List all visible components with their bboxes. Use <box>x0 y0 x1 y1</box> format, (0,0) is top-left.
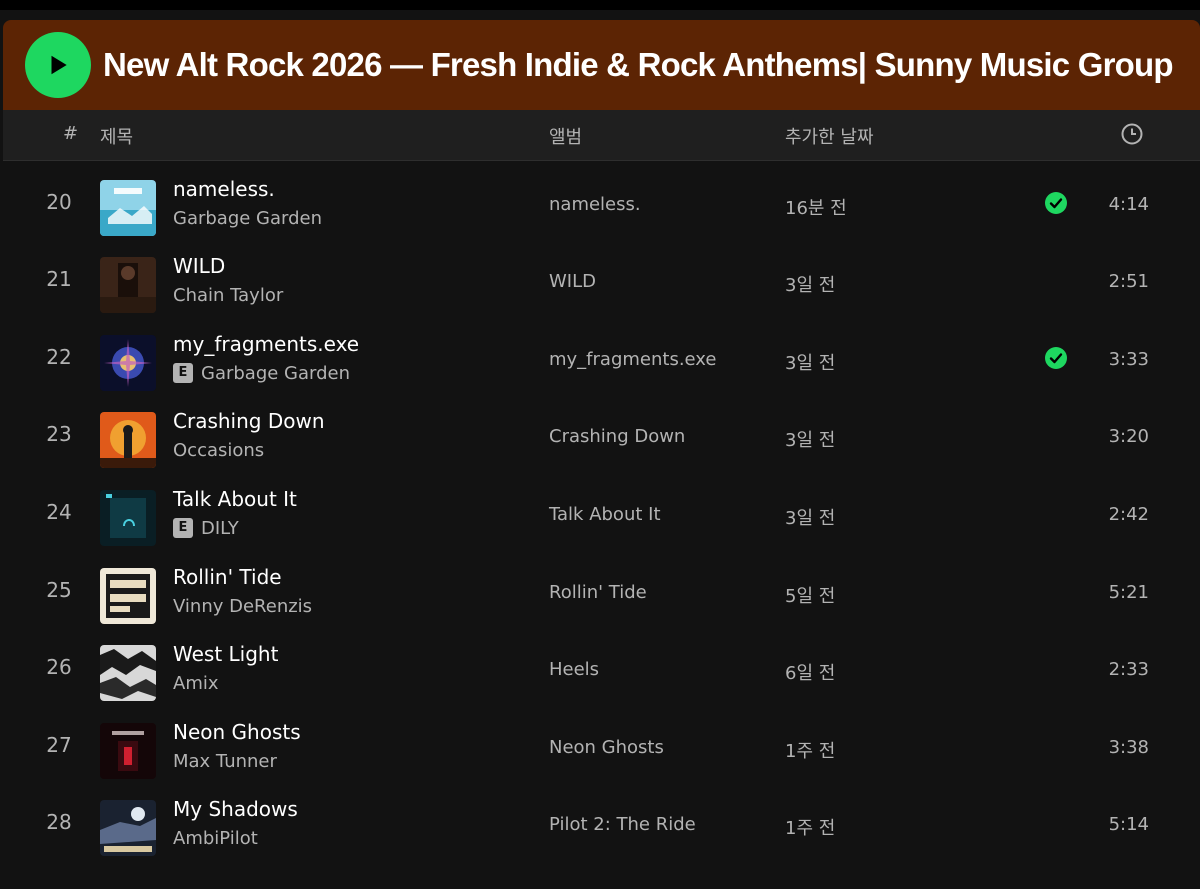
playlist-title: New Alt Rock 2026 — Fresh Indie & Rock A… <box>103 46 1173 83</box>
track-duration: 4:14 <box>1108 193 1149 215</box>
track-date-added: 6일 전 <box>785 663 836 685</box>
track-row[interactable]: 27 Neon Ghosts Max Tunner Neon Ghosts 1주 전 3:… <box>3 713 1200 791</box>
track-row[interactable]: 21 WILD Chain Taylor WILD 3일 전 2:51 <box>3 247 1200 325</box>
album-cover <box>100 257 156 314</box>
track-number: 22 <box>46 344 72 369</box>
play-icon <box>51 55 67 75</box>
artist-line: Chain Taylor <box>173 285 283 306</box>
album-cover <box>100 800 156 857</box>
track-album[interactable]: Crashing Down <box>549 426 685 447</box>
artist-line: Vinny DeRenzis <box>173 596 312 617</box>
track-date-added: 1주 전 <box>785 818 836 840</box>
track-artist[interactable]: Chain Taylor <box>173 285 283 306</box>
album-cover <box>100 412 156 469</box>
track-row[interactable]: 28 My Shadows AmbiPilot Pilot 2: The Ride 1주… <box>3 790 1200 868</box>
track-album[interactable]: Heels <box>549 659 599 680</box>
track-title[interactable]: Rollin' Tide <box>173 565 282 589</box>
artist-line: AmbiPilot <box>173 828 258 849</box>
album-cover <box>100 179 156 236</box>
column-number[interactable]: # <box>63 123 78 144</box>
track-duration: 2:51 <box>1108 271 1149 293</box>
column-title[interactable]: 제목 <box>100 123 133 149</box>
track-row[interactable]: 193TA Charmcarved out1주 전3:05 <box>3 161 1200 170</box>
artist-line: Max Tunner <box>173 751 277 772</box>
album-cover <box>100 722 156 779</box>
explicit-badge: E <box>173 363 193 384</box>
column-album[interactable]: 앨범 <box>549 123 582 149</box>
track-list: 193TA Charmcarved out1주 전3:05 20 nameless.… <box>3 161 1200 889</box>
track-row[interactable]: 20 nameless. Garbage Garden nameless. 16분 전 4… <box>3 170 1200 248</box>
track-title[interactable]: nameless. <box>173 177 275 201</box>
track-title[interactable]: West Light <box>173 642 278 666</box>
track-album[interactable]: WILD <box>549 271 596 292</box>
check-circle-icon[interactable] <box>1045 191 1067 214</box>
track-duration: 3:38 <box>1108 736 1149 758</box>
track-artist[interactable]: Amix <box>173 673 219 694</box>
artist-line: Occasions <box>173 440 264 461</box>
track-title[interactable]: Crashing Down <box>173 409 325 433</box>
track-date-added: 5일 전 <box>785 585 836 607</box>
track-number: 23 <box>46 422 72 447</box>
track-title[interactable]: My Shadows <box>173 797 298 821</box>
track-number: 26 <box>46 655 72 680</box>
track-album[interactable]: Rollin' Tide <box>549 582 647 603</box>
track-duration: 2:42 <box>1108 503 1149 525</box>
track-number: 28 <box>46 810 72 835</box>
track-date-added: 3일 전 <box>785 352 836 374</box>
track-artist[interactable]: Garbage Garden <box>173 208 322 229</box>
track-artist[interactable]: Occasions <box>173 440 264 461</box>
track-album[interactable]: nameless. <box>549 194 641 215</box>
playlist-header: New Alt Rock 2026 — Fresh Indie & Rock A… <box>3 20 1200 110</box>
track-artist[interactable]: Max Tunner <box>173 751 277 772</box>
track-album[interactable]: my_fragments.exe <box>549 349 716 370</box>
track-date-added: 3일 전 <box>785 430 836 452</box>
track-title[interactable]: Talk About It <box>173 487 297 511</box>
track-date-added: 3일 전 <box>785 275 836 297</box>
track-row[interactable]: 25 Rollin' Tide Vinny DeRenzis Rollin' Tide… <box>3 558 1200 636</box>
artist-line: Amix <box>173 673 219 694</box>
track-date-added: 16분 전 <box>785 197 847 219</box>
track-duration: 2:33 <box>1108 659 1149 681</box>
clock-icon <box>1121 123 1143 145</box>
track-duration: 3:20 <box>1108 426 1149 448</box>
artist-line: Garbage Garden <box>173 208 322 229</box>
track-row[interactable]: 26 West Light Amix Heels 6일 전 2:33 <box>3 635 1200 713</box>
track-album[interactable]: Pilot 2: The Ride <box>549 814 696 835</box>
track-number: 25 <box>46 577 72 602</box>
track-album[interactable]: Talk About It <box>549 504 661 525</box>
track-number: 20 <box>46 189 72 214</box>
track-title[interactable]: my_fragments.exe <box>173 332 359 356</box>
album-cover <box>100 489 156 546</box>
album-cover <box>100 645 156 702</box>
track-title[interactable]: WILD <box>173 254 225 278</box>
track-date-added: 3일 전 <box>785 507 836 529</box>
column-date-added[interactable]: 추가한 날짜 <box>785 123 874 149</box>
track-number: 27 <box>46 732 72 757</box>
track-artist[interactable]: AmbiPilot <box>173 828 258 849</box>
play-button[interactable] <box>25 32 91 98</box>
column-duration[interactable] <box>1120 122 1144 151</box>
column-header: # 제목 앨범 추가한 날짜 <box>3 110 1200 161</box>
artist-line: E Garbage Garden <box>173 363 350 384</box>
track-duration: 3:33 <box>1108 348 1149 370</box>
check-circle-icon[interactable] <box>1045 346 1067 369</box>
explicit-badge: E <box>173 518 193 539</box>
track-artist[interactable]: Garbage Garden <box>201 363 350 384</box>
track-duration: 5:14 <box>1108 814 1149 836</box>
track-row[interactable]: 24 Talk About It E DILY Talk About It 3일 전 2:4… <box>3 480 1200 558</box>
track-number: 24 <box>46 499 72 524</box>
track-date-added: 1주 전 <box>785 740 836 762</box>
playlist-window: New Alt Rock 2026 — Fresh Indie & Rock A… <box>0 0 1200 889</box>
track-row[interactable]: 22 my_fragments.exe E Garbage Garden my_frag… <box>3 325 1200 403</box>
album-cover <box>100 334 156 391</box>
album-cover <box>100 567 156 624</box>
track-artist[interactable]: Vinny DeRenzis <box>173 596 312 617</box>
track-duration: 5:21 <box>1108 581 1149 603</box>
track-title[interactable]: Neon Ghosts <box>173 720 301 744</box>
track-artist[interactable]: DILY <box>201 518 239 539</box>
track-row[interactable]: 23 Crashing Down Occasions Crashing Down 3일 … <box>3 402 1200 480</box>
track-album[interactable]: Neon Ghosts <box>549 737 664 758</box>
track-number: 21 <box>46 267 72 292</box>
artist-line: E DILY <box>173 518 239 539</box>
